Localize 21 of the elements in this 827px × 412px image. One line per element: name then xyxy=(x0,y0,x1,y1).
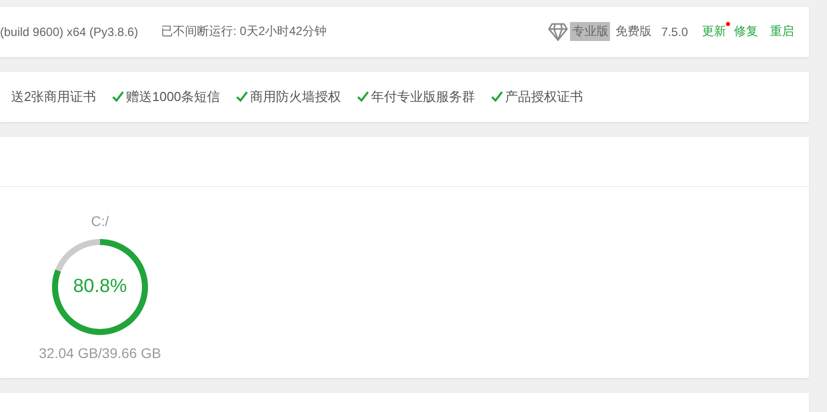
action-link[interactable]: 重启 xyxy=(770,23,794,40)
perk-item: 产品授权证书 xyxy=(491,88,584,106)
perk-item: 商用防火墙授权 xyxy=(236,88,342,106)
perk-item: 送2张商用证书 xyxy=(11,88,96,106)
check-icon xyxy=(357,91,370,102)
pro-badge: 专业版 xyxy=(570,22,610,42)
disk-path: C:/ xyxy=(91,212,109,229)
action-link[interactable]: 修复 xyxy=(734,23,758,40)
uptime-text: 已不间断运行: 0天2小时42分钟 xyxy=(161,23,326,40)
check-icon xyxy=(112,91,124,102)
version-text: 7.5.0 xyxy=(661,24,688,39)
edition-text: 免费版 xyxy=(615,23,652,40)
check-icon xyxy=(491,91,504,102)
disk-usage: 32.04 GB/39.66 GB xyxy=(38,344,162,361)
check-icon xyxy=(236,91,248,102)
perk-item: 年付专业版服务群 xyxy=(357,88,476,106)
os-info: (build 9600) x64 (Py3.8.6) xyxy=(0,24,138,39)
action-link[interactable]: 更新 xyxy=(702,23,726,40)
diamond-icon xyxy=(548,22,568,41)
perk-item: 赠送1000条短信 xyxy=(112,88,220,106)
usage-percent: 80.8% xyxy=(73,276,127,298)
